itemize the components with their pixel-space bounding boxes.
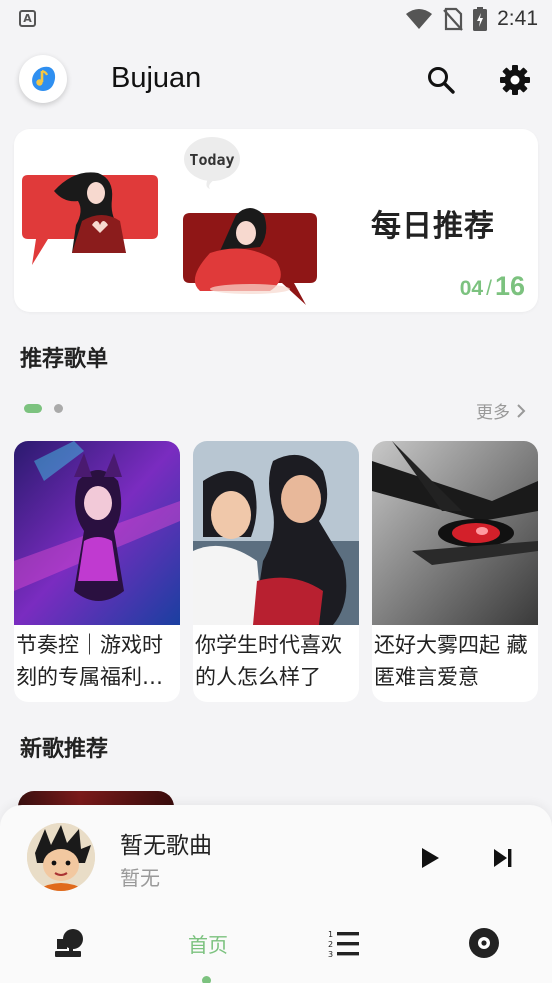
now-playing-artist: 暂无 bbox=[120, 866, 160, 890]
next-button[interactable] bbox=[483, 838, 523, 878]
daily-illustration: Today bbox=[22, 137, 317, 305]
search-button[interactable] bbox=[421, 60, 461, 100]
svg-text:2: 2 bbox=[328, 940, 333, 949]
playlist-cover bbox=[14, 441, 180, 625]
carousel-dot[interactable] bbox=[54, 404, 63, 413]
daily-title: 每日推荐 bbox=[371, 209, 495, 244]
play-button[interactable] bbox=[410, 838, 450, 878]
no-sim-icon bbox=[443, 7, 463, 31]
bottom-tab-bar: 首页 1 2 3 bbox=[0, 915, 552, 983]
chevron-right-icon bbox=[517, 403, 526, 418]
keyboard-notification-icon: A bbox=[19, 10, 36, 27]
vinyl-disc-icon bbox=[469, 928, 499, 958]
section-title-playlists: 推荐歌单 bbox=[20, 347, 109, 372]
tab-podcast[interactable] bbox=[50, 923, 90, 963]
now-playing-cover bbox=[27, 823, 95, 891]
battery-charging-icon bbox=[473, 7, 488, 31]
app-title: Bujuan bbox=[111, 62, 202, 94]
carousel-dot-active[interactable] bbox=[24, 404, 42, 413]
playlist-name: 节奏控｜游戏时刻的专属福利单… bbox=[16, 633, 163, 689]
playlist-icon: 1 2 3 bbox=[328, 930, 359, 957]
settings-button[interactable] bbox=[495, 60, 535, 100]
playlist-card[interactable]: 节奏控｜游戏时刻的专属福利单… bbox=[14, 441, 180, 702]
today-bubble-text: Today bbox=[189, 151, 234, 169]
clock: 2:41 bbox=[497, 7, 538, 30]
daily-recommend-card[interactable]: Today 每日推荐 04/16 bbox=[14, 129, 538, 312]
status-bar: A 2:41 bbox=[0, 0, 552, 40]
gear-icon bbox=[500, 65, 530, 95]
tab-home[interactable]: 首页 bbox=[186, 923, 230, 963]
svg-text:1: 1 bbox=[328, 930, 333, 939]
wifi-icon bbox=[406, 9, 433, 29]
carousel-indicator bbox=[24, 404, 63, 413]
search-icon bbox=[428, 67, 455, 94]
svg-text:3: 3 bbox=[328, 950, 333, 957]
tab-home-label: 首页 bbox=[188, 932, 228, 957]
status-icons: 2:41 bbox=[405, 6, 538, 32]
app-logo[interactable] bbox=[19, 55, 67, 103]
podcast-mic-icon bbox=[55, 929, 83, 957]
daily-month: 04 bbox=[459, 277, 484, 300]
playlist-name: 还好大雾四起 藏匿难言爱意 bbox=[374, 633, 528, 689]
playlist-card[interactable]: 还好大雾四起 藏匿难言爱意 bbox=[372, 441, 538, 702]
daily-date: 04/16 bbox=[460, 271, 525, 302]
tab-playlist[interactable]: 1 2 3 bbox=[326, 923, 362, 963]
daily-day: 16 bbox=[494, 271, 525, 301]
skip-next-icon bbox=[494, 849, 512, 867]
active-tab-indicator bbox=[202, 976, 211, 983]
music-note-logo-icon bbox=[32, 66, 56, 91]
playlist-cover bbox=[372, 441, 538, 625]
more-playlists-link[interactable]: 更多 bbox=[476, 398, 526, 423]
now-playing-title: 暂无歌曲 bbox=[120, 833, 212, 859]
playlist-cover bbox=[193, 441, 359, 625]
section-title-new-songs: 新歌推荐 bbox=[20, 737, 109, 762]
play-icon bbox=[422, 848, 439, 868]
date-separator: / bbox=[486, 277, 492, 300]
tab-disc[interactable] bbox=[464, 923, 504, 963]
playlist-name: 你学生时代喜欢的人怎么样了 bbox=[195, 633, 342, 689]
more-label: 更多 bbox=[476, 403, 510, 423]
playlist-card[interactable]: 你学生时代喜欢的人怎么样了 bbox=[193, 441, 359, 702]
